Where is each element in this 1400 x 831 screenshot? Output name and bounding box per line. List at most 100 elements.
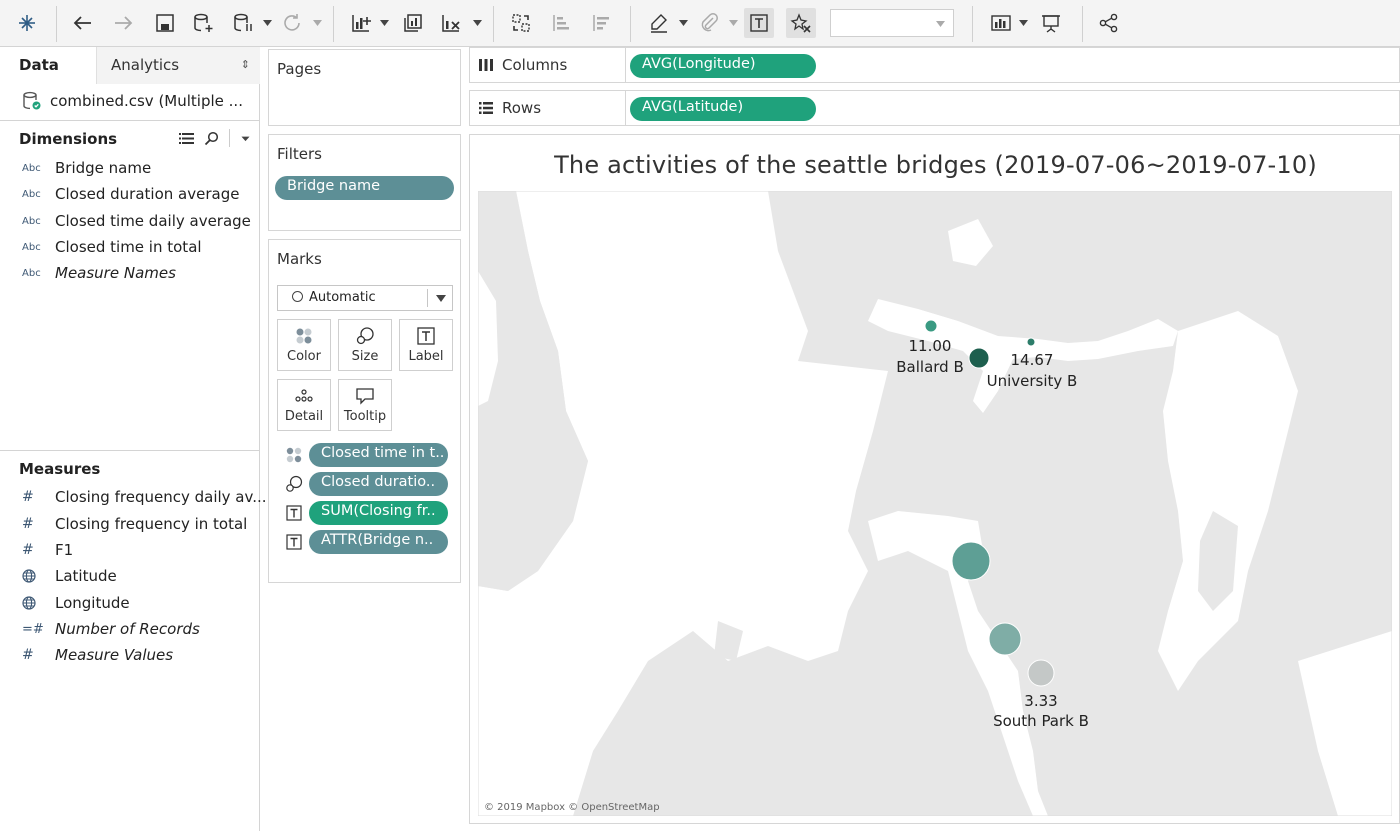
show-me-icon[interactable] [986,8,1016,38]
size-encoding-icon [283,473,305,495]
field-label: Latitude [55,567,117,585]
chevron-down-icon[interactable] [310,8,324,38]
swap-rows-columns-icon[interactable] [506,8,536,38]
undo-icon[interactable] [68,8,98,38]
size-button[interactable]: Size [338,319,392,371]
save-icon[interactable] [150,8,180,38]
detail-button[interactable]: Detail [277,379,331,431]
datasource-icon [23,91,41,110]
columns-shelf[interactable]: Columns AVG(Longitude) [469,47,1400,83]
map[interactable]: © 2019 Mapbox © OpenStreetMap [478,191,1392,816]
map-attribution: © 2019 Mapbox © OpenStreetMap [484,802,660,813]
dimensions-tools [179,129,251,147]
new-worksheet-icon[interactable] [346,8,376,38]
measure-field[interactable]: # Closing frequency in total [22,512,247,536]
filters-card[interactable]: Filters Bridge name [268,134,461,231]
measure-field[interactable]: # Closing frequency daily av... [22,485,267,509]
marks-pill-color[interactable]: Closed time in t.. [309,443,448,467]
rows-pill[interactable]: AVG(Latitude) [630,97,816,121]
color-button[interactable]: Color [277,319,331,371]
tableau-logo-icon[interactable] [12,8,42,38]
field-label: Closed duration average [55,185,240,203]
tooltip-label: Tooltip [343,409,387,424]
abc-icon: Abc [22,267,41,279]
circle-mark-icon [292,291,303,302]
dimension-field[interactable]: Abc Closed time daily average [22,209,251,233]
new-datasource-icon[interactable] [188,8,218,38]
chevron-down-icon[interactable] [240,131,251,146]
tooltip-button[interactable]: Tooltip [338,379,392,431]
bridge-value-label: 3.33 [1024,692,1058,710]
tab-analytics-label: Analytics [111,56,180,74]
measure-field[interactable]: Latitude [22,564,117,588]
up-down-arrows-icon[interactable]: ⇕ [241,58,250,71]
measure-field[interactable]: # Measure Values [22,643,173,667]
tab-analytics[interactable]: Analytics ⇕ [96,47,260,84]
datasource-item[interactable]: combined.csv (Multiple ... [22,91,243,111]
size-icon [356,327,374,345]
text-label-icon [417,327,435,345]
color-icon [296,328,312,344]
search-icon[interactable] [204,131,219,146]
columns-icon [479,59,493,71]
redo-icon[interactable] [108,8,138,38]
dimension-field[interactable]: Abc Closed duration average [22,182,239,206]
fix-axes-icon[interactable] [786,8,816,38]
number-icon: # [22,516,34,532]
data-pane: Data Analytics ⇕ combined.csv (Multiple … [0,47,267,831]
clear-sheet-icon[interactable] [436,8,466,38]
sort-descending-icon[interactable] [586,8,616,38]
refresh-icon[interactable] [277,8,307,38]
field-label: Longitude [55,594,130,612]
columns-pill[interactable]: AVG(Longitude) [630,54,816,78]
field-label: Bridge name [55,159,152,177]
dimension-field[interactable]: Abc Closed time in total [22,235,202,259]
mark-type-dropdown[interactable]: Automatic [277,285,453,311]
view-list-icon[interactable] [179,131,194,146]
rows-label-cell: Rows [470,91,626,125]
fit-dropdown[interactable] [830,9,954,37]
chevron-down-icon[interactable] [470,8,484,38]
pages-card[interactable]: Pages [268,49,461,126]
measure-field[interactable]: Longitude [22,591,130,615]
field-label: Closing frequency daily av... [55,488,267,506]
filter-pill-bridge-name[interactable]: Bridge name [275,176,454,200]
measure-field[interactable]: =# Number of Records [22,617,200,641]
datasource-name: combined.csv (Multiple ... [50,92,243,110]
abc-icon: Abc [22,215,41,227]
number-icon: # [22,542,34,558]
presentation-mode-icon[interactable] [1036,8,1066,38]
chevron-down-icon[interactable] [1016,8,1030,38]
globe-icon [22,596,55,610]
chevron-down-icon[interactable] [377,8,391,38]
group-members-icon[interactable] [694,8,724,38]
label-button[interactable]: Label [399,319,453,371]
label-label: Label [408,349,444,364]
chevron-down-icon[interactable] [260,8,274,38]
field-label: Closed time daily average [55,212,251,230]
mark-type-value: Automatic [309,290,376,305]
abc-icon: Abc [22,188,41,200]
sort-ascending-icon[interactable] [546,8,576,38]
dimension-field[interactable]: Abc Measure Names [22,261,176,285]
dimension-field[interactable]: Abc Bridge name [22,156,151,180]
measure-field[interactable]: # F1 [22,538,73,562]
marks-pill-size[interactable]: Closed duratio.. [309,472,448,496]
chevron-down-icon[interactable] [676,8,690,38]
duplicate-icon[interactable] [398,8,428,38]
share-icon[interactable] [1094,8,1124,38]
marks-pill-label-attr[interactable]: ATTR(Bridge n.. [309,530,448,554]
abc-icon: Abc [22,241,41,253]
filters-title: Filters [277,145,322,163]
show-mark-labels-icon[interactable] [744,8,774,38]
rows-shelf[interactable]: Rows AVG(Latitude) [469,90,1400,126]
chevron-down-icon[interactable] [726,8,740,38]
marks-pill-label-sum[interactable]: SUM(Closing fr.. [309,501,448,525]
field-label: F1 [55,541,74,559]
map-background [478,191,1392,816]
pause-update-icon[interactable] [228,8,258,38]
field-label: Number of Records [55,620,200,638]
highlight-icon[interactable] [644,8,674,38]
tab-data[interactable]: Data [0,47,96,84]
visualization: The activities of the seattle bridges (2… [469,134,1400,824]
